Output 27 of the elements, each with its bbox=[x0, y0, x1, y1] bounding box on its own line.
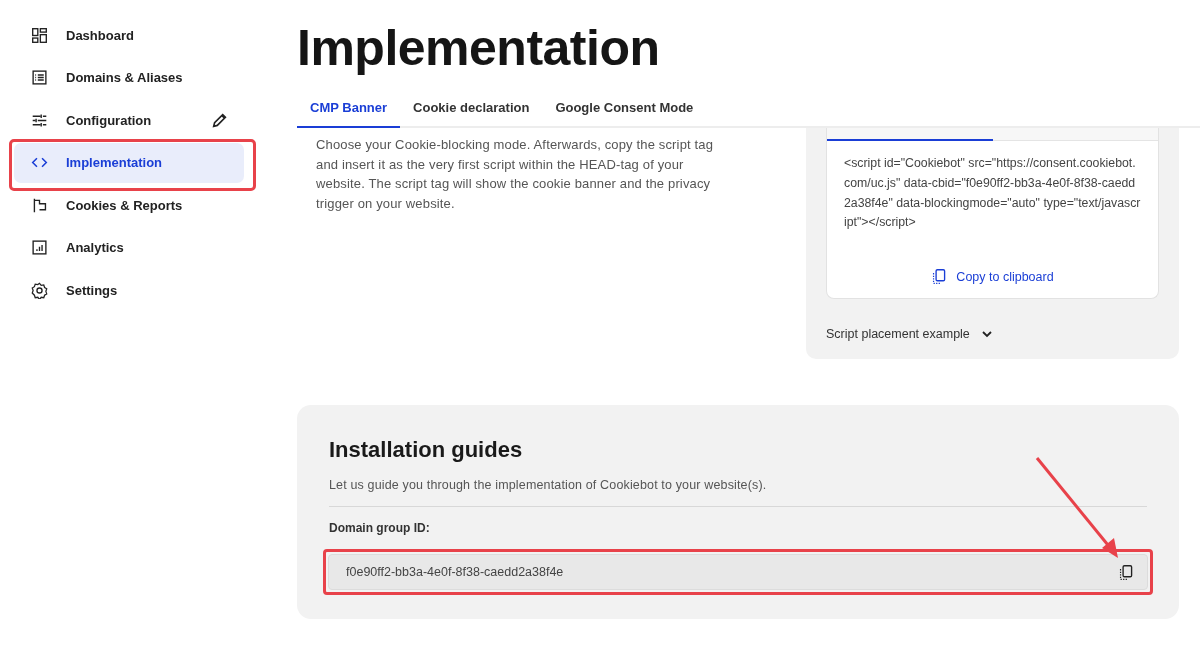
intro-text: Choose your Cookie-blocking mode. Afterwards, copy the script tag and insert it as the very first script within the HEAD-tag of your website. The script tag will show the cookie banner and the privacy trigger on your website. bbox=[316, 136, 715, 214]
sidebar-item[interactable]: Settings bbox=[14, 270, 244, 311]
sidebar-item[interactable]: Dashboard bbox=[14, 15, 244, 56]
page-title: Implementation bbox=[297, 19, 661, 78]
chevron-down-icon bbox=[980, 328, 993, 340]
field-label: Domain group ID: bbox=[329, 521, 431, 535]
list-icon bbox=[31, 69, 48, 87]
copy-icon[interactable] bbox=[1118, 563, 1135, 581]
tab[interactable]: CMP Banner bbox=[297, 90, 401, 128]
section-title: Installation guides bbox=[329, 437, 524, 463]
tab[interactable]: Google Consent Mode bbox=[542, 90, 707, 128]
sidebar-item[interactable]: Configuration bbox=[14, 100, 244, 141]
domain-group-id-field[interactable]: f0e90ff2-bb3a-4e0f-8f38-caedd2a38f4e bbox=[328, 554, 1148, 590]
placement-example-toggle[interactable]: Script placement example bbox=[826, 327, 993, 341]
sidebar-item[interactable]: Analytics bbox=[14, 227, 244, 268]
sidebar-item[interactable]: Domains & Aliases bbox=[14, 57, 244, 98]
sidebar-item[interactable]: Implementation bbox=[14, 142, 244, 183]
copy-to-clipboard-button[interactable]: Copy to clipboard bbox=[925, 267, 1060, 286]
tab[interactable]: Cookie declaration bbox=[400, 90, 543, 128]
gear-icon bbox=[31, 281, 48, 299]
bar-chart-icon bbox=[31, 239, 48, 257]
flag-icon bbox=[31, 196, 48, 214]
script-code: <script id="Cookiebot" src="https://consent.cookiebot.com/uc.js" data-cbid="f0e90ff2-bb3a-4e0f-8f38-caedd2a38f4e" data-blockingmode="auto" type="text/javascript"></script> bbox=[843, 155, 1142, 232]
pencil-icon[interactable] bbox=[211, 111, 229, 129]
sidebar-item[interactable]: Cookies & Reports bbox=[14, 185, 244, 226]
section-description: Let us guide you through the implementation of Cookiebot to your website(s). bbox=[329, 478, 1147, 507]
dashboard-grid-icon bbox=[31, 26, 48, 44]
